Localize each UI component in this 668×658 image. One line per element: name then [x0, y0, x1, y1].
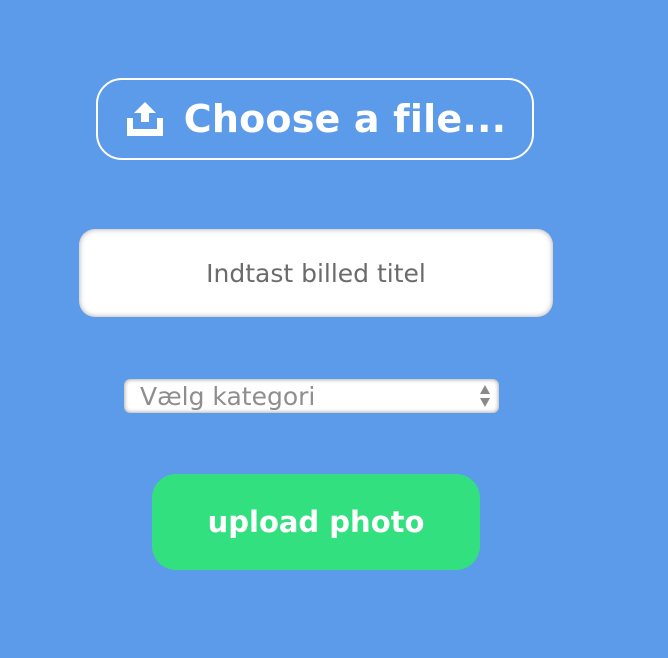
- upload-photo-label: upload photo: [207, 505, 425, 539]
- category-select[interactable]: Vælg kategori: [124, 379, 499, 413]
- category-select-value: Vælg kategori: [140, 381, 316, 411]
- upload-icon: [124, 101, 166, 137]
- image-title-input[interactable]: [79, 229, 553, 317]
- choose-file-label: Choose a file...: [183, 97, 507, 141]
- choose-file-button[interactable]: Choose a file...: [96, 78, 534, 160]
- upload-photo-button[interactable]: upload photo: [152, 474, 480, 570]
- select-arrows-icon: [479, 383, 491, 409]
